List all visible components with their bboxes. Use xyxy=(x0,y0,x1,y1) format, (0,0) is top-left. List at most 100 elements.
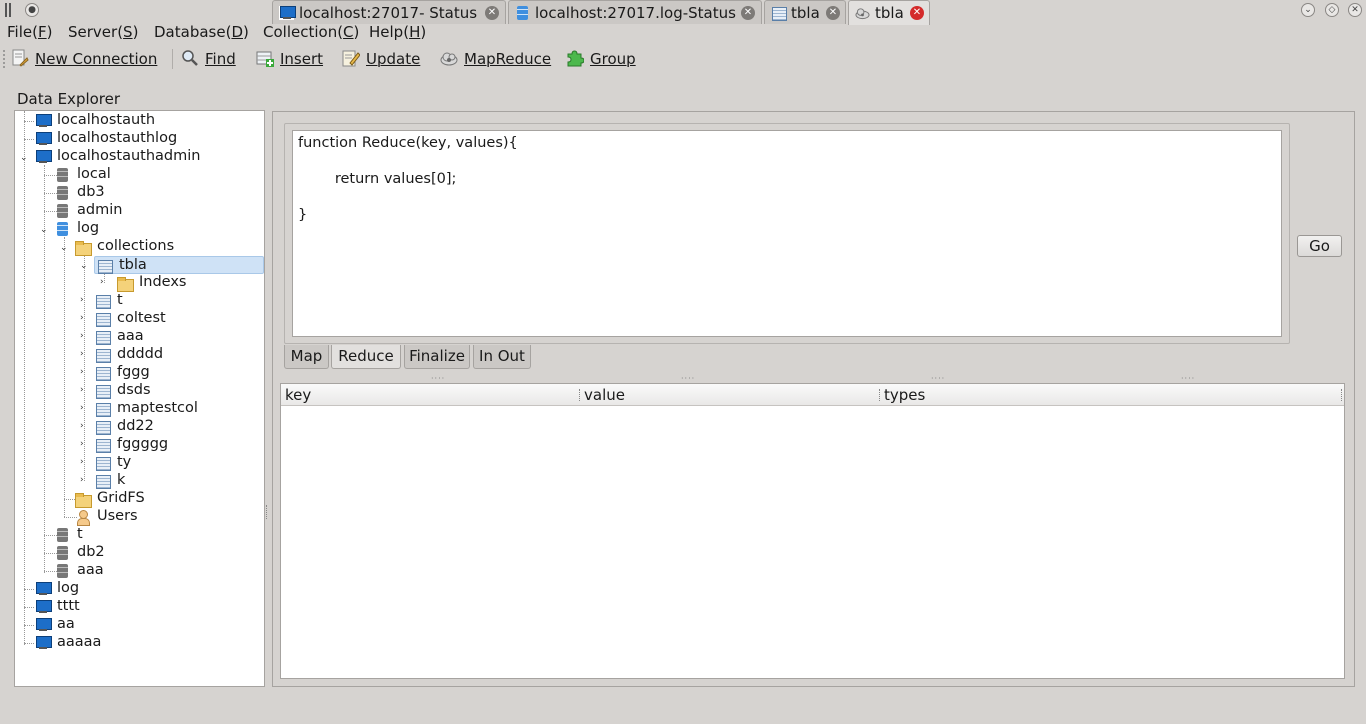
puzzle-icon xyxy=(567,50,584,67)
folder-icon xyxy=(75,240,92,256)
collapse-arrow-icon[interactable]: ⌄ xyxy=(80,261,88,271)
expand-arrow-icon[interactable]: › xyxy=(80,385,84,395)
table-icon xyxy=(95,438,111,453)
collapse-arrow-icon[interactable]: ⌄ xyxy=(20,153,28,163)
cloud-icon xyxy=(440,52,458,66)
code-line: return values[0]; xyxy=(298,171,457,187)
cloud-icon xyxy=(855,8,870,20)
monitor-icon xyxy=(279,6,296,20)
tab-close-icon[interactable]: ✕ xyxy=(485,6,499,20)
table-icon xyxy=(771,6,787,21)
splitter-handle[interactable]: ···· xyxy=(1181,374,1195,383)
collapse-arrow-icon[interactable]: ⌄ xyxy=(60,243,68,253)
monitor-icon xyxy=(35,150,52,164)
tab-tbla-data[interactable]: tbla ✕ xyxy=(764,0,846,24)
database-icon xyxy=(515,6,530,20)
table-icon xyxy=(95,294,111,309)
menu-file[interactable]: File(F) xyxy=(7,23,52,41)
panel-splitter[interactable] xyxy=(266,505,269,519)
subtab-map[interactable]: Map xyxy=(284,345,329,369)
menu-collection[interactable]: Collection(C) xyxy=(263,23,359,41)
minimize-icon[interactable]: ⌄ xyxy=(1301,3,1315,17)
splitter-handle[interactable]: ···· xyxy=(931,374,945,383)
collapse-arrow-icon[interactable]: ⌄ xyxy=(40,225,48,235)
toolbar-separator xyxy=(172,49,173,69)
monitor-icon xyxy=(35,582,52,596)
edit-document-icon xyxy=(342,50,360,67)
folder-icon xyxy=(117,276,134,292)
splitter-handle[interactable]: ···· xyxy=(681,374,695,383)
expand-arrow-icon[interactable]: › xyxy=(80,421,84,431)
column-header-value[interactable]: value xyxy=(584,386,625,404)
expand-arrow-icon[interactable]: › xyxy=(80,457,84,467)
find-button[interactable]: Find xyxy=(181,48,241,70)
tab-close-icon[interactable]: ✕ xyxy=(826,6,840,20)
monitor-icon xyxy=(35,600,52,614)
tab-tbla-mapreduce[interactable]: tbla ✕ xyxy=(848,0,930,25)
data-explorer-title: Data Explorer xyxy=(17,90,121,108)
expand-arrow-icon[interactable]: › xyxy=(80,349,84,359)
tab-close-icon[interactable]: ✕ xyxy=(741,6,755,20)
monitor-icon xyxy=(35,636,52,650)
toolbar-grip[interactable] xyxy=(2,49,6,69)
splitter-handle[interactable]: ···· xyxy=(431,374,445,383)
subtab-in-out[interactable]: In Out xyxy=(473,345,531,369)
table-icon xyxy=(95,366,111,381)
folder-icon xyxy=(75,492,92,508)
expand-arrow-icon[interactable]: › xyxy=(80,367,84,377)
magnifier-icon xyxy=(182,50,198,66)
update-button[interactable]: Update xyxy=(342,48,422,70)
go-button[interactable]: Go xyxy=(1297,235,1342,257)
expand-arrow-icon[interactable]: › xyxy=(80,439,84,449)
maximize-icon[interactable]: ◇ xyxy=(1325,3,1339,17)
code-line: } xyxy=(298,207,308,223)
column-header-types[interactable]: types xyxy=(884,386,925,404)
tree-collection-tbla[interactable]: tbla xyxy=(94,256,264,274)
menu-server[interactable]: Server(S) xyxy=(68,23,138,41)
table-icon xyxy=(97,259,113,274)
table-icon xyxy=(95,330,111,345)
table-icon xyxy=(95,348,111,363)
user-icon xyxy=(75,510,91,526)
database-icon xyxy=(55,186,71,200)
new-connection-button[interactable]: New Connection xyxy=(11,48,161,70)
database-icon xyxy=(55,546,71,560)
expand-arrow-icon[interactable]: › xyxy=(80,313,84,323)
expand-arrow-icon[interactable]: › xyxy=(80,475,84,485)
code-line: function Reduce(key, values){ xyxy=(298,135,518,151)
database-icon xyxy=(55,528,71,542)
insert-row-icon xyxy=(256,51,274,67)
table-icon xyxy=(95,384,111,399)
expand-arrow-icon[interactable]: › xyxy=(100,277,104,287)
tab-log-status[interactable]: localhost:27017.log-Status ✕ xyxy=(508,0,762,24)
table-icon xyxy=(95,456,111,471)
database-icon xyxy=(55,564,71,578)
subtab-finalize[interactable]: Finalize xyxy=(404,345,470,369)
insert-button[interactable]: Insert xyxy=(256,48,326,70)
expand-arrow-icon[interactable]: › xyxy=(80,331,84,341)
close-window-icon[interactable]: ✕ xyxy=(1348,3,1362,17)
menu-bar: File(F) Server(S) Database(D) Collection… xyxy=(0,22,1366,44)
results-table[interactable]: key value types xyxy=(280,383,1345,679)
mapreduce-button[interactable]: MapReduce xyxy=(440,48,555,70)
expand-arrow-icon[interactable]: › xyxy=(80,295,84,305)
menu-database[interactable]: Database(D) xyxy=(154,23,249,41)
menu-help[interactable]: Help(H) xyxy=(369,23,426,41)
new-connection-icon xyxy=(12,49,29,67)
subtab-reduce[interactable]: Reduce xyxy=(331,345,401,369)
tab-localhost-status[interactable]: localhost:27017- Status ✕ xyxy=(272,0,506,24)
expand-arrow-icon[interactable]: › xyxy=(80,403,84,413)
data-explorer-tree: localhostauth localhostauthlog ⌄ localho… xyxy=(14,110,265,687)
monitor-icon xyxy=(35,132,52,146)
group-button[interactable]: Group xyxy=(566,48,638,70)
toolbar: New Connection Find Insert Update MapRed… xyxy=(0,45,1366,73)
database-icon xyxy=(55,168,71,182)
monitor-icon xyxy=(35,114,52,128)
database-icon xyxy=(55,204,71,218)
tab-close-icon[interactable]: ✕ xyxy=(910,6,924,20)
reduce-code-editor[interactable]: function Reduce(key, values){ return val… xyxy=(292,130,1282,337)
table-icon xyxy=(95,420,111,435)
table-icon xyxy=(95,402,111,417)
column-header-key[interactable]: key xyxy=(285,386,311,404)
table-icon xyxy=(95,312,111,327)
